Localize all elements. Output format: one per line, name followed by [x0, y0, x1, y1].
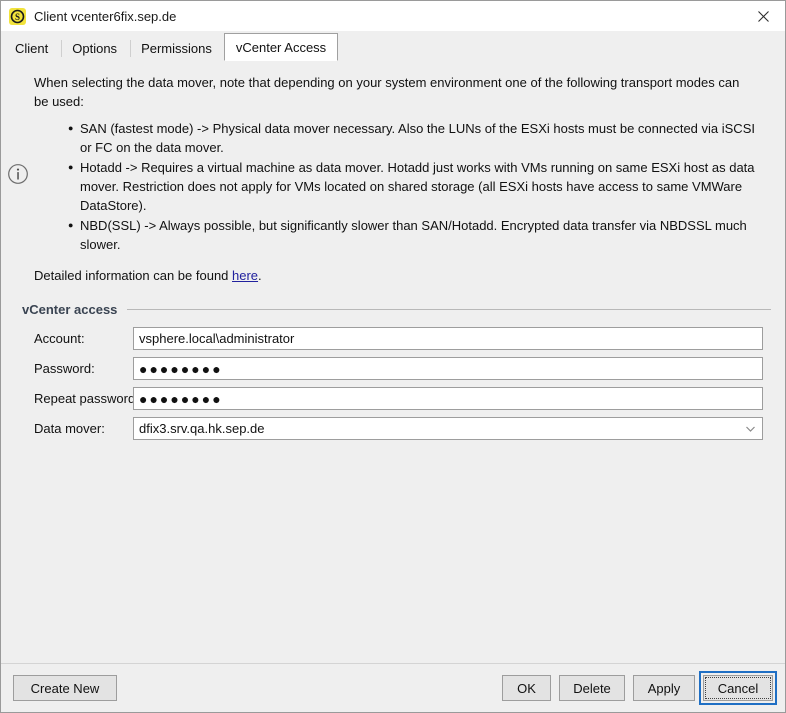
chevron-down-icon	[738, 425, 762, 433]
ok-button[interactable]: OK	[502, 675, 551, 701]
apply-button[interactable]: Apply	[633, 675, 695, 701]
tab-client[interactable]: Client	[3, 35, 61, 61]
list-item: NBD(SSL) -> Always possible, but signifi…	[68, 215, 757, 254]
tab-panel-vcenter-access: When selecting the data mover, note that…	[1, 61, 785, 663]
detailed-info-prefix: Detailed information can be found	[34, 268, 233, 283]
tab-vcenter-access[interactable]: vCenter Access	[223, 33, 339, 61]
detailed-info-suffix: .	[258, 268, 262, 283]
tab-options[interactable]: Options	[60, 35, 130, 61]
cancel-button[interactable]: Cancel	[699, 671, 777, 705]
button-bar: Create New OK Delete Apply Cancel	[1, 664, 785, 712]
data-mover-label: Data mover:	[34, 421, 105, 436]
account-row: Account:	[13, 327, 773, 350]
repeat-password-input[interactable]	[133, 387, 763, 410]
account-label: Account:	[34, 331, 85, 346]
list-item: SAN (fastest mode) -> Physical data move…	[68, 118, 757, 157]
info-circle-icon	[7, 163, 29, 185]
detailed-info-line: Detailed information can be found here.	[34, 266, 757, 285]
group-header: vCenter access	[13, 302, 773, 317]
intro-paragraph: When selecting the data mover, note that…	[34, 75, 740, 109]
dialog-window: S Client vcenter6fix.sep.de Client Optio…	[0, 0, 786, 713]
password-row: Password:	[13, 357, 773, 380]
data-mover-value: dfix3.srv.qa.hk.sep.de	[139, 421, 265, 436]
vcenter-access-group: vCenter access Account: Password: Repeat…	[13, 302, 773, 440]
tab-permissions[interactable]: Permissions	[129, 35, 224, 61]
info-section: When selecting the data mover, note that…	[1, 61, 785, 285]
repeat-password-row: Repeat password:	[13, 387, 773, 410]
close-icon[interactable]	[741, 1, 785, 31]
data-mover-row: Data mover: dfix3.srv.qa.hk.sep.de	[13, 417, 773, 440]
svg-text:S: S	[15, 11, 20, 21]
group-divider	[127, 309, 771, 310]
create-new-button[interactable]: Create New	[13, 675, 117, 701]
repeat-password-label: Repeat password:	[34, 391, 139, 406]
data-mover-select[interactable]: dfix3.srv.qa.hk.sep.de	[133, 417, 763, 440]
password-label: Password:	[34, 361, 95, 376]
vcenter-form: Account: Password: Repeat password: Data…	[13, 327, 773, 440]
password-input[interactable]	[133, 357, 763, 380]
documentation-link[interactable]: here	[232, 268, 258, 283]
list-item: Hotadd -> Requires a virtual machine as …	[68, 157, 757, 215]
account-input[interactable]	[133, 327, 763, 350]
group-title: vCenter access	[22, 302, 118, 317]
title-bar: S Client vcenter6fix.sep.de	[1, 1, 785, 31]
tab-bar: Client Options Permissions vCenter Acces…	[1, 31, 785, 61]
sep-logo-icon: S	[9, 7, 26, 25]
window-title: Client vcenter6fix.sep.de	[34, 8, 177, 24]
transport-modes-list: SAN (fastest mode) -> Physical data move…	[34, 118, 757, 254]
footer-action-buttons: OK Delete Apply Cancel	[502, 671, 777, 705]
delete-button[interactable]: Delete	[559, 675, 625, 701]
